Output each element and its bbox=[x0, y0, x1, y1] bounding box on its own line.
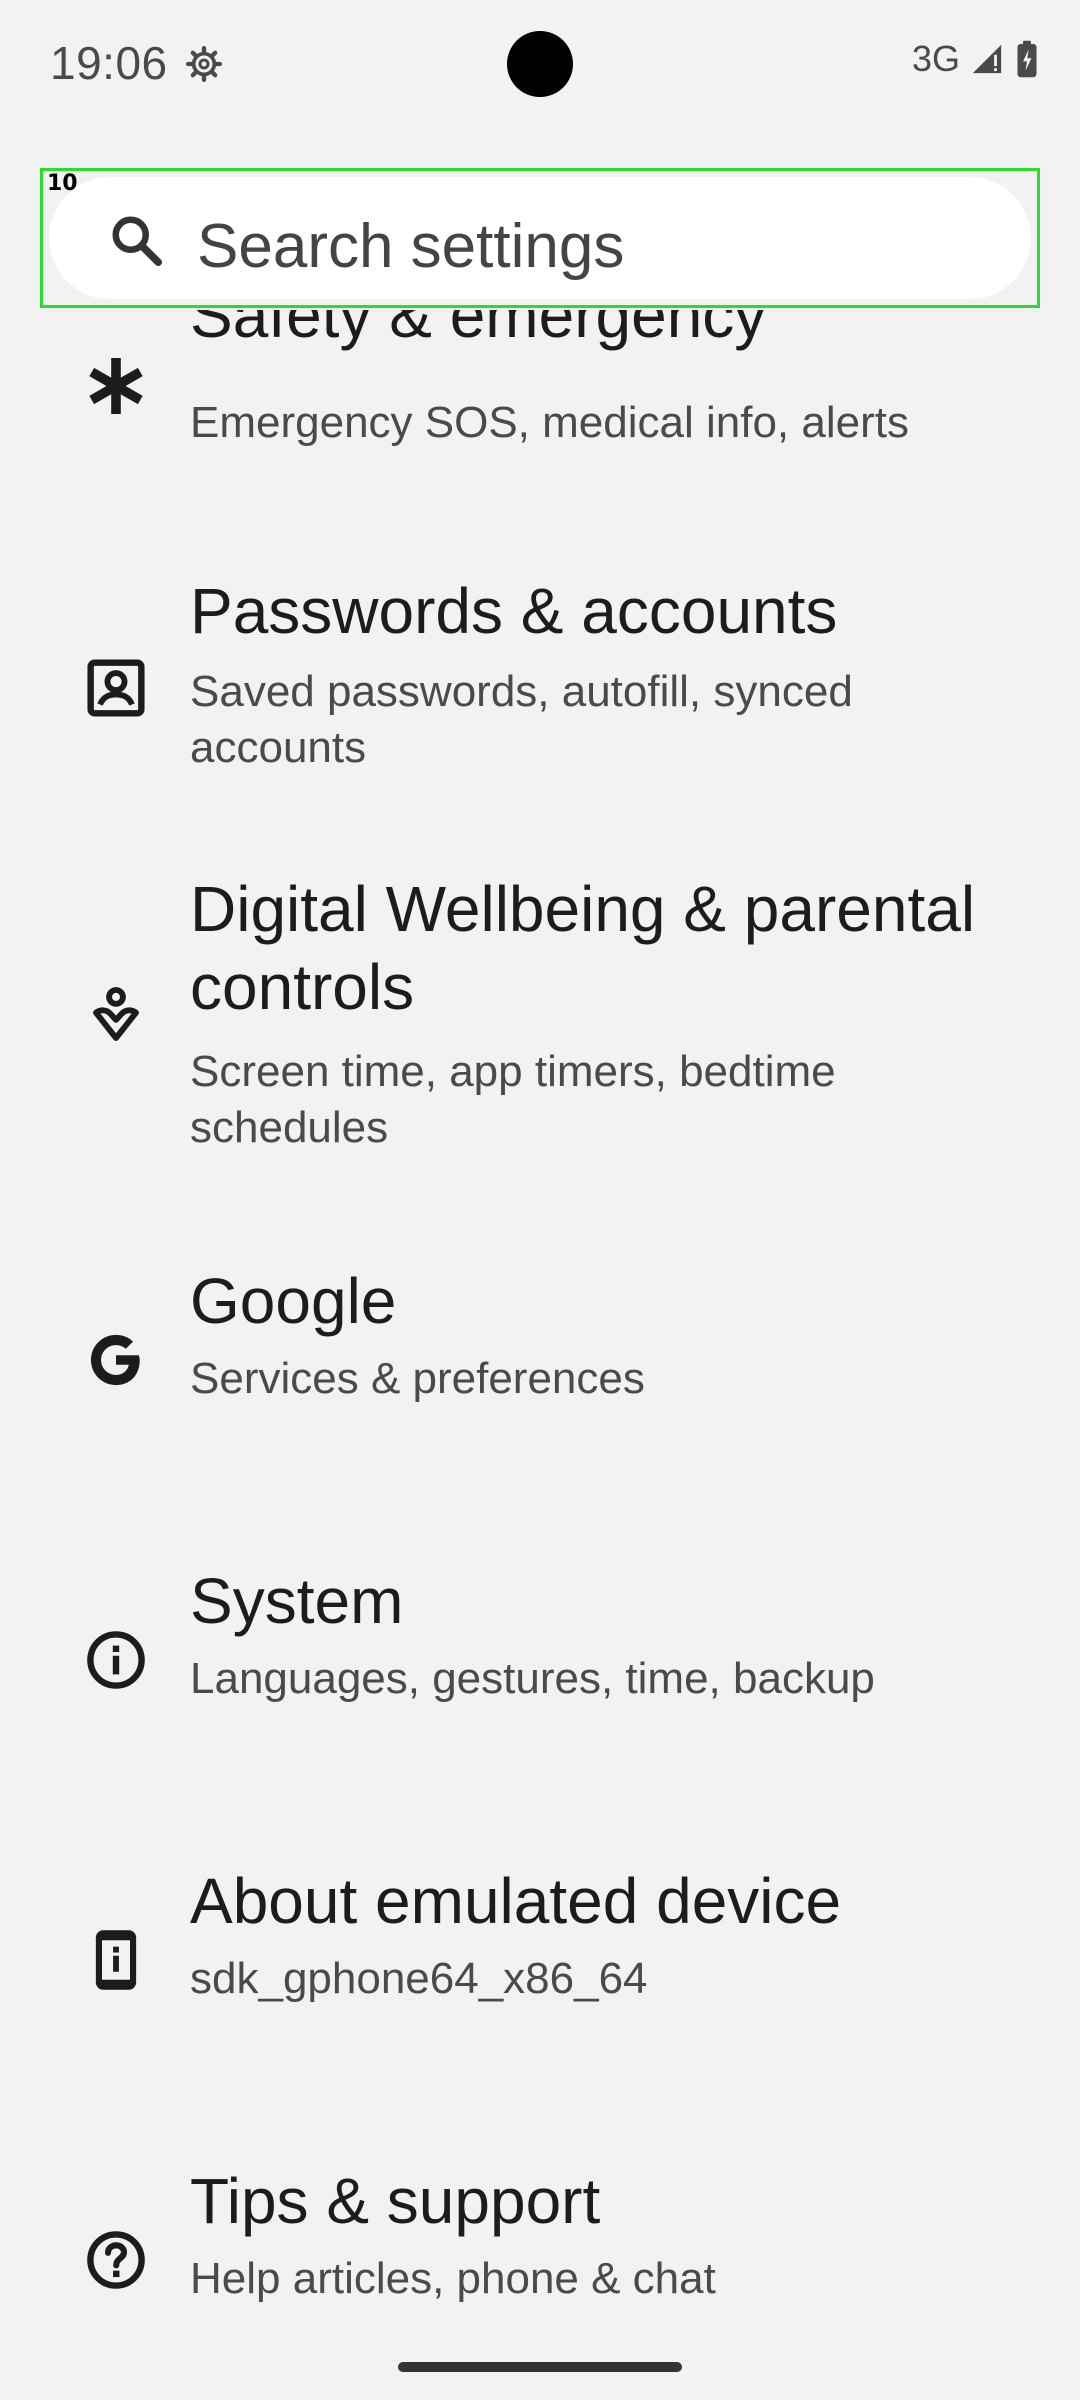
item-title: Safety & emergency bbox=[190, 310, 767, 351]
device-info-icon bbox=[95, 1930, 137, 1990]
google-g-icon bbox=[90, 1334, 140, 1386]
item-subtitle: Screen time, app timers, bedtime schedul… bbox=[190, 1047, 836, 1152]
settings-gear-icon bbox=[186, 46, 222, 83]
item-title: Digital Wellbeing & parental controls bbox=[190, 873, 976, 1023]
list-item-system[interactable]: System Languages, gestures, time, backup bbox=[0, 1565, 1080, 1892]
list-item-tips-support[interactable]: Tips & support Help articles, phone & ch… bbox=[0, 2165, 1080, 2330]
item-subtitle: Emergency SOS, medical info, alerts bbox=[190, 398, 909, 447]
item-subtitle: sdk_gphone64_x86_64 bbox=[190, 1954, 648, 2003]
search-placeholder: Search settings bbox=[197, 212, 625, 281]
network-type: 3G bbox=[911, 38, 960, 79]
search-field[interactable]: Search settings bbox=[49, 177, 1031, 299]
list-item-passwords-accounts[interactable]: Passwords & accounts Saved passwords, au… bbox=[0, 572, 1080, 872]
status-bar: 19:06 3G bbox=[0, 0, 1080, 128]
asterisk-icon bbox=[89, 358, 143, 414]
home-gesture-bar[interactable] bbox=[398, 2362, 682, 2372]
settings-list[interactable]: Safety & emergency Emergency SOS, medica… bbox=[0, 310, 1080, 2330]
battery-icon bbox=[1017, 40, 1037, 78]
status-indicators: 3G bbox=[912, 38, 1040, 80]
list-item-google[interactable]: Google Services & preferences bbox=[0, 1265, 1080, 1592]
account-box-icon bbox=[87, 659, 145, 717]
item-title: Tips & support bbox=[190, 2165, 601, 2237]
item-title: Google bbox=[190, 1265, 397, 1337]
search-icon bbox=[112, 216, 162, 266]
item-subtitle: Saved passwords, autofill, synced accoun… bbox=[190, 667, 853, 772]
item-subtitle: Languages, gestures, time, backup bbox=[190, 1654, 875, 1703]
list-item-safety-emergency[interactable]: Safety & emergency Emergency SOS, medica… bbox=[0, 310, 1080, 540]
item-title: System bbox=[190, 1565, 404, 1637]
list-item-about-device[interactable]: About emulated device sdk_gphone64_x86_6… bbox=[0, 1865, 1080, 2192]
item-subtitle: Help articles, phone & chat bbox=[190, 2254, 716, 2303]
status-time: 19:06 bbox=[50, 37, 168, 89]
camera-cutout bbox=[507, 31, 573, 97]
info-icon bbox=[87, 1631, 145, 1689]
item-title: Passwords & accounts bbox=[190, 575, 838, 647]
item-title: About emulated device bbox=[190, 1865, 842, 1937]
help-icon bbox=[87, 2231, 145, 2289]
signal-icon bbox=[972, 44, 1002, 74]
item-subtitle: Services & preferences bbox=[190, 1354, 645, 1403]
list-item-digital-wellbeing[interactable]: Digital Wellbeing & parental controls Sc… bbox=[0, 872, 1080, 1292]
search-settings-bar[interactable]: 10 Search settings bbox=[40, 168, 1040, 308]
wellbeing-icon bbox=[93, 987, 139, 1041]
